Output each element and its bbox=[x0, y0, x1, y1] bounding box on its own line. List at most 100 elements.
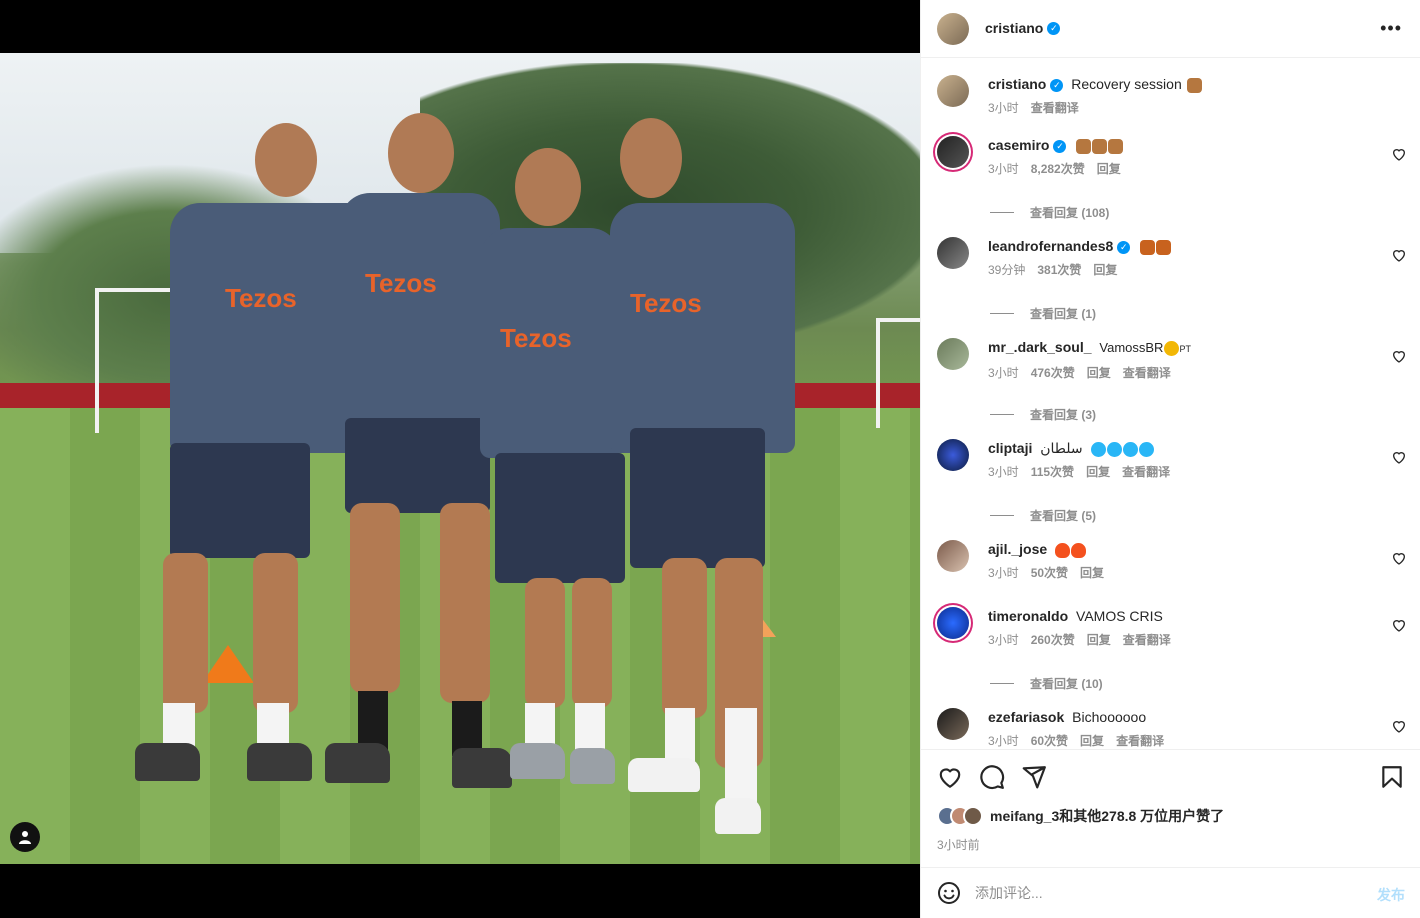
brick-emoji-icon bbox=[1140, 239, 1156, 255]
view-replies-button[interactable]: 查看回复 (1) bbox=[990, 305, 1096, 322]
flexed-biceps-emoji-icon bbox=[1186, 77, 1202, 93]
see-translation-link[interactable]: 查看翻译 bbox=[1123, 364, 1171, 382]
flexed-biceps-emoji-icon bbox=[1108, 138, 1124, 154]
flexed-biceps-emoji-icon bbox=[1092, 138, 1108, 154]
author-avatar[interactable] bbox=[937, 75, 969, 107]
verified-badge-icon: ✓ bbox=[1053, 139, 1067, 153]
view-replies-button[interactable]: 查看回复 (10) bbox=[990, 675, 1103, 692]
yellow-heart-emoji-icon bbox=[1164, 340, 1180, 356]
post-actions: meifang_3和其他278.8 万位用户赞了 3小时前 bbox=[921, 749, 1420, 867]
post-timestamp: 3小时前 bbox=[937, 838, 980, 852]
photo-cone-left bbox=[202, 645, 254, 683]
comment-likes-count[interactable]: 115次赞 bbox=[1031, 463, 1074, 481]
comment-username[interactable]: cliptaji bbox=[988, 440, 1032, 456]
post-comment-button[interactable]: 发布 bbox=[1377, 885, 1405, 905]
like-comment-heart-icon[interactable] bbox=[1391, 449, 1407, 465]
bookmark-save-icon[interactable] bbox=[1379, 764, 1405, 790]
comment-time[interactable]: 3小时 bbox=[988, 732, 1019, 749]
blue-heart-emoji-icon bbox=[1122, 441, 1138, 457]
comment-time[interactable]: 3小时 bbox=[988, 364, 1019, 382]
tagged-users-button[interactable] bbox=[10, 822, 40, 852]
like-heart-icon[interactable] bbox=[937, 764, 963, 790]
like-comment-heart-icon[interactable] bbox=[1391, 718, 1407, 734]
reply-button[interactable]: 回复 bbox=[1080, 564, 1104, 582]
comment-input[interactable] bbox=[975, 885, 1355, 901]
comment-likes-count[interactable]: 260次赞 bbox=[1031, 631, 1075, 649]
comment-icon[interactable] bbox=[979, 764, 1005, 790]
view-replies-button[interactable]: 查看回复 (108) bbox=[990, 204, 1109, 221]
like-comment-heart-icon[interactable] bbox=[1391, 550, 1407, 566]
comment-time[interactable]: 3小时 bbox=[988, 564, 1019, 582]
comment-likes-count[interactable]: 50次赞 bbox=[1031, 564, 1068, 582]
commenter-avatar[interactable] bbox=[937, 439, 969, 471]
comment-username[interactable]: leandrofernandes8 bbox=[988, 238, 1113, 254]
like-comment-heart-icon[interactable] bbox=[1391, 348, 1407, 364]
comment-text: VAMOS CRIS bbox=[1076, 608, 1163, 624]
share-send-icon[interactable] bbox=[1021, 764, 1047, 790]
comment-text: سلطان bbox=[1040, 440, 1083, 456]
commenter-avatar[interactable] bbox=[937, 136, 969, 168]
verified-badge-icon: ✓ bbox=[1047, 21, 1061, 35]
commenter-avatar[interactable] bbox=[937, 237, 969, 269]
author-username-text[interactable]: cristiano bbox=[985, 20, 1043, 36]
blue-heart-emoji-icon bbox=[1106, 441, 1122, 457]
like-comment-heart-icon[interactable] bbox=[1391, 617, 1407, 633]
comment-time[interactable]: 3小时 bbox=[988, 463, 1019, 481]
commenter-avatar[interactable] bbox=[937, 338, 969, 370]
post-media: Tezos Tezos Tezos Tezos bbox=[0, 0, 920, 918]
reply-button[interactable]: 回复 bbox=[1086, 463, 1110, 481]
author-avatar[interactable] bbox=[937, 12, 969, 45]
user-icon bbox=[19, 831, 31, 844]
comment-text: VamossBR bbox=[1099, 340, 1164, 355]
likes-summary[interactable]: meifang_3和其他278.8 万位用户赞了 bbox=[937, 806, 1224, 826]
comment-time[interactable]: 39分钟 bbox=[988, 261, 1025, 279]
comment-time[interactable]: 3小时 bbox=[988, 160, 1019, 178]
like-comment-heart-icon[interactable] bbox=[1391, 247, 1407, 263]
likes-text[interactable]: meifang_3和其他278.8 万位用户赞了 bbox=[990, 806, 1224, 826]
see-translation-link[interactable]: 查看翻译 bbox=[1116, 732, 1164, 749]
more-options-icon[interactable]: ••• bbox=[1380, 18, 1402, 39]
comment-username[interactable]: casemiro bbox=[988, 137, 1049, 153]
comment-likes-count[interactable]: 60次赞 bbox=[1031, 732, 1068, 749]
photo-goal-right bbox=[876, 318, 920, 428]
comment-username[interactable]: ajil._jose bbox=[988, 541, 1047, 557]
blue-heart-emoji-icon bbox=[1090, 441, 1106, 457]
comment-text-suffix: PT bbox=[1179, 344, 1191, 354]
commenter-avatar[interactable] bbox=[937, 540, 969, 572]
comment-username[interactable]: mr_.dark_soul_ bbox=[988, 339, 1092, 355]
see-translation-link[interactable]: 查看翻译 bbox=[1122, 463, 1170, 481]
post-side-panel: cristiano ✓ ••• cristiano ✓ Recovery sessi… bbox=[920, 0, 1420, 918]
caption-username[interactable]: cristiano bbox=[988, 76, 1046, 92]
emoji-picker-icon[interactable] bbox=[937, 881, 961, 905]
commenter-avatar[interactable] bbox=[937, 607, 969, 639]
reply-button[interactable]: 回复 bbox=[1087, 631, 1111, 649]
author-username[interactable]: cristiano ✓ bbox=[985, 20, 1061, 38]
comments-list[interactable]: cristiano ✓ Recovery session 3小时 查看翻译 cas… bbox=[921, 59, 1420, 749]
comment-text: Bichoooooo bbox=[1072, 709, 1147, 725]
brick-emoji-icon bbox=[1156, 239, 1172, 255]
reply-button[interactable]: 回复 bbox=[1087, 364, 1111, 382]
reply-button[interactable]: 回复 bbox=[1080, 732, 1104, 749]
commenter-avatar[interactable] bbox=[937, 708, 969, 740]
comment-likes-count[interactable]: 381次赞 bbox=[1037, 261, 1081, 279]
reply-button[interactable]: 回复 bbox=[1097, 160, 1121, 178]
reply-button[interactable]: 回复 bbox=[1093, 261, 1117, 279]
post-photo[interactable]: Tezos Tezos Tezos Tezos bbox=[0, 53, 920, 864]
comment-time[interactable]: 3小时 bbox=[988, 631, 1019, 649]
sponsor-text: Tezos bbox=[365, 268, 437, 298]
comment-username[interactable]: timeronaldo bbox=[988, 608, 1068, 624]
sponsor-text: Tezos bbox=[500, 323, 572, 353]
caption-text: Recovery session bbox=[1071, 76, 1182, 92]
comment-username[interactable]: ezefariasok bbox=[988, 709, 1064, 725]
comment-likes-count[interactable]: 476次赞 bbox=[1031, 364, 1075, 382]
view-replies-button[interactable]: 查看回复 (5) bbox=[990, 507, 1096, 524]
verified-badge-icon: ✓ bbox=[1050, 78, 1064, 92]
see-translation-link[interactable]: 查看翻译 bbox=[1123, 631, 1171, 649]
comment-likes-count[interactable]: 8,282次赞 bbox=[1031, 160, 1085, 178]
caption-time[interactable]: 3小时 bbox=[988, 99, 1019, 117]
add-comment-bar: 发布 bbox=[921, 867, 1420, 918]
flexed-biceps-emoji-icon bbox=[1076, 138, 1092, 154]
like-comment-heart-icon[interactable] bbox=[1391, 146, 1407, 162]
see-translation-link[interactable]: 查看翻译 bbox=[1031, 99, 1079, 117]
view-replies-button[interactable]: 查看回复 (3) bbox=[990, 406, 1096, 423]
